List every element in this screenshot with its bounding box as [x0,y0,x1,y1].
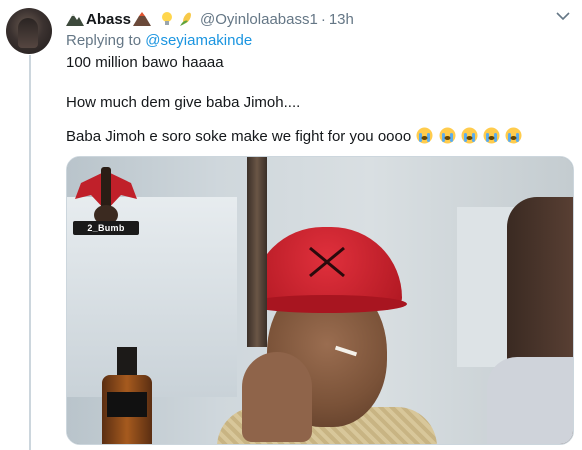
thread-line [29,55,31,450]
volcano-icon [133,12,152,26]
replying-label: Replying to [66,32,142,49]
whiskey-bottle [97,347,157,444]
tweet-header: Abass @Oyinlolaabass1 · 13h [66,9,354,29]
caret-down-icon[interactable] [556,11,570,21]
crying-face-icon [461,127,478,144]
crying-face-icon [505,127,522,144]
replying-to: Replying to @seyiamakinde [66,32,252,49]
tweet-media-image[interactable]: 2_Bumb [66,156,574,445]
watermark-text: 2_Bumb [87,223,125,233]
bulb-icon [162,12,173,25]
cap-logo [309,246,345,278]
mountain-icon [66,14,84,26]
replying-mention-link[interactable]: @seyiamakinde [145,32,252,49]
tweet-text-line: Baba Jimoh e soro soke make we fight for… [66,127,522,145]
corn-icon [180,12,191,26]
emoji-group [415,127,522,145]
rifle [247,157,267,347]
user-handle[interactable]: @Oyinlolaabass1 [200,11,318,28]
crying-face-icon [416,127,433,144]
tweet-text-line: How much dem give baba Jimoh.... [66,94,301,111]
crying-face-icon [483,127,500,144]
timestamp[interactable]: 13h [329,11,354,28]
display-name[interactable]: Abass [86,11,131,28]
separator-dot: · [320,10,326,28]
tweet-text: Baba Jimoh e soro soke make we fight for… [66,128,412,145]
avatar[interactable] [6,8,52,54]
watermark-logo: 2_Bumb [71,163,141,243]
crying-face-icon [439,127,456,144]
tweet-text-line: 100 million bawo haaaa [66,54,224,71]
